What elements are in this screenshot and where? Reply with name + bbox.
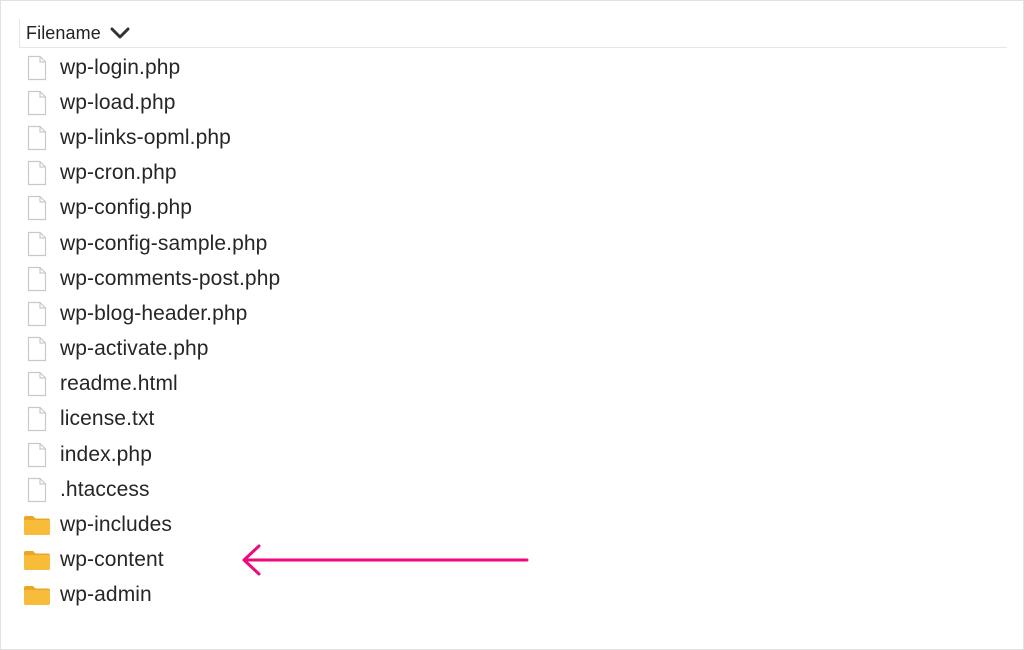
filename-column-header[interactable]: Filename — [19, 19, 1007, 48]
filename-label: license.txt — [60, 407, 155, 431]
filename-label: wp-login.php — [60, 55, 181, 79]
file-row[interactable]: wp-links-opml.php — [19, 120, 1009, 155]
chevron-down-icon[interactable] — [109, 25, 131, 41]
file-icon — [22, 230, 52, 258]
file-row[interactable]: wp-comments-post.php — [19, 261, 1009, 296]
filename-label: wp-links-opml.php — [60, 125, 231, 149]
file-row[interactable]: wp-blog-header.php — [19, 296, 1009, 331]
file-row[interactable]: wp-load.php — [19, 85, 1009, 120]
file-icon — [22, 124, 52, 152]
filename-label: .htaccess — [60, 477, 150, 501]
filename-label: wp-config-sample.php — [60, 231, 268, 255]
filename-label: readme.html — [60, 372, 178, 396]
filename-label: wp-comments-post.php — [60, 266, 281, 290]
file-row[interactable]: wp-activate.php — [19, 332, 1009, 367]
file-icon — [22, 300, 52, 328]
file-row[interactable]: license.txt — [19, 402, 1009, 437]
filename-label: wp-admin — [60, 583, 152, 607]
file-row[interactable]: .htaccess — [19, 472, 1009, 507]
filename-label: wp-cron.php — [60, 161, 177, 185]
file-icon — [22, 159, 52, 187]
file-icon — [22, 194, 52, 222]
folder-icon — [22, 581, 52, 609]
file-row[interactable]: wp-cron.php — [19, 156, 1009, 191]
file-icon — [22, 89, 52, 117]
filename-label: wp-config.php — [60, 196, 193, 220]
column-header-label: Filename — [26, 22, 101, 43]
folder-icon — [22, 511, 52, 539]
filename-label: index.php — [60, 442, 152, 466]
file-list: wp-login.php wp-load.php wp-links-opml.php… — [19, 50, 1009, 613]
file-icon — [22, 441, 52, 469]
file-icon — [22, 265, 52, 293]
file-icon — [22, 370, 52, 398]
filename-label: wp-includes — [60, 513, 172, 537]
file-row[interactable]: index.php — [19, 437, 1009, 472]
folder-icon — [22, 546, 52, 574]
file-row[interactable]: wp-config-sample.php — [19, 226, 1009, 261]
filename-label: wp-load.php — [60, 90, 176, 114]
file-row[interactable]: wp-login.php — [19, 50, 1009, 85]
filename-label: wp-activate.php — [60, 337, 209, 361]
file-icon — [22, 405, 52, 433]
arrow-left-icon — [242, 544, 529, 576]
file-row[interactable]: readme.html — [19, 367, 1009, 402]
folder-row[interactable]: wp-includes — [19, 507, 1009, 542]
file-icon — [22, 335, 52, 363]
file-browser-panel: Filename wp-login.php wp-load.php wp-links… — [0, 0, 1024, 650]
file-row[interactable]: wp-config.php — [19, 191, 1009, 226]
filename-label: wp-blog-header.php — [60, 301, 248, 325]
file-icon — [22, 476, 52, 504]
file-icon — [22, 54, 52, 82]
filename-label: wp-content — [60, 548, 164, 572]
folder-row[interactable]: wp-admin — [19, 578, 1009, 613]
